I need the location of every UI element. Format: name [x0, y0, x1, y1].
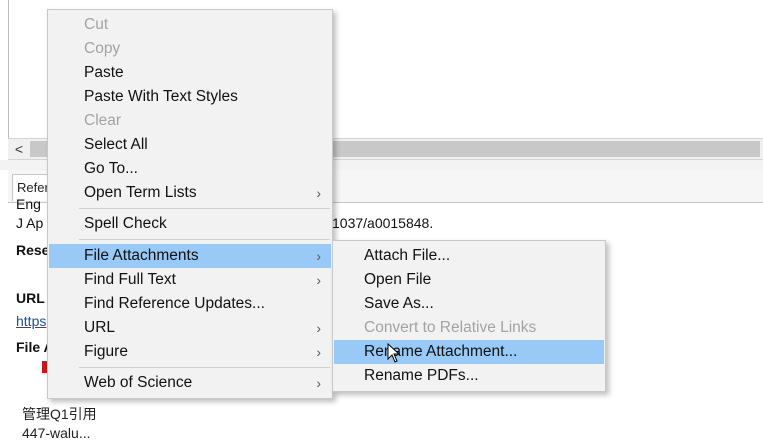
- research-label: Rese: [16, 242, 50, 258]
- menu-item-label: Go To...: [84, 160, 138, 177]
- menu-item-clear[interactable]: Clear: [49, 109, 331, 133]
- menu-item-file-attachments[interactable]: File Attachments ›: [49, 244, 331, 268]
- reference-line-top: Eng: [16, 196, 41, 212]
- menu-item-label: Find Full Text: [84, 271, 176, 288]
- reference-journal: J Ap: [16, 215, 44, 231]
- chevron-left-icon[interactable]: <: [12, 139, 26, 159]
- menu-item-copy[interactable]: Copy: [49, 37, 331, 61]
- menu-item-label: Select All: [84, 136, 148, 153]
- menu-item-label: Figure: [84, 343, 128, 360]
- menu-item-label: Save As...: [364, 295, 434, 312]
- submenu-arrow-icon: ›: [316, 272, 321, 288]
- menu-item-go-to[interactable]: Go To...: [49, 157, 331, 181]
- menu-separator: [79, 208, 330, 209]
- menu-item-url[interactable]: URL ›: [49, 316, 331, 340]
- menu-item-web-of-science[interactable]: Web of Science ›: [49, 371, 331, 395]
- url-label: URL: [16, 290, 45, 306]
- submenu-arrow-icon: ›: [316, 248, 321, 264]
- menu-item-label: Open Term Lists: [84, 184, 197, 201]
- context-menu: Cut Copy Paste Paste With Text Styles Cl…: [47, 9, 333, 399]
- menu-item-open-term-lists[interactable]: Open Term Lists ›: [49, 181, 331, 205]
- menu-item-cut[interactable]: Cut: [49, 13, 331, 37]
- submenu-arrow-icon: ›: [316, 375, 321, 391]
- file-attachments-submenu: Attach File... Open File Save As... Conv…: [332, 240, 606, 392]
- status-line-1: 管理Q1引用: [22, 406, 97, 422]
- submenu-item-open-file[interactable]: Open File: [334, 268, 604, 292]
- menu-item-label: File Attachments: [84, 247, 199, 264]
- submenu-item-save-as[interactable]: Save As...: [334, 292, 604, 316]
- menu-item-label: Cut: [84, 16, 109, 33]
- submenu-arrow-icon: ›: [316, 320, 321, 336]
- menu-item-label: Clear: [84, 112, 122, 129]
- submenu-arrow-icon: ›: [316, 185, 321, 201]
- menu-item-label: Find Reference Updates...: [84, 295, 265, 312]
- menu-item-paste[interactable]: Paste: [49, 61, 331, 85]
- menu-item-spell-check[interactable]: Spell Check: [49, 212, 331, 236]
- menu-item-find-full-text[interactable]: Find Full Text ›: [49, 268, 331, 292]
- reference-doi-tail: 1037/a0015848.: [332, 215, 434, 231]
- menu-item-label: Copy: [84, 40, 121, 57]
- menu-item-label: URL: [84, 319, 116, 336]
- menu-item-label: Spell Check: [84, 215, 167, 232]
- submenu-item-rename-attachment[interactable]: Rename Attachment...: [334, 340, 604, 364]
- menu-item-label: Web of Science: [84, 374, 193, 391]
- menu-item-select-all[interactable]: Select All: [49, 133, 331, 157]
- menu-item-paste-with-text-styles[interactable]: Paste With Text Styles: [49, 85, 331, 109]
- menu-item-label: Paste: [84, 64, 124, 81]
- menu-item-label: Attach File...: [364, 247, 451, 264]
- menu-item-find-reference-updates[interactable]: Find Reference Updates...: [49, 292, 331, 316]
- menu-separator: [79, 367, 330, 368]
- menu-item-label: Open File: [364, 271, 432, 288]
- status-line-2: 447-walu...: [22, 425, 91, 441]
- menu-item-label: Paste With Text Styles: [84, 88, 238, 105]
- url-link[interactable]: https: [16, 313, 46, 329]
- submenu-item-convert-relative-links[interactable]: Convert to Relative Links: [334, 316, 604, 340]
- menu-item-figure[interactable]: Figure ›: [49, 340, 331, 364]
- mouse-pointer-icon: [387, 343, 401, 363]
- submenu-item-rename-pdfs[interactable]: Rename PDFs...: [334, 364, 604, 388]
- menu-item-label: Convert to Relative Links: [364, 319, 537, 336]
- menu-separator: [79, 239, 330, 240]
- menu-item-label: Rename PDFs...: [364, 367, 479, 384]
- pane-divider: [8, 0, 9, 138]
- submenu-item-attach-file[interactable]: Attach File...: [334, 244, 604, 268]
- submenu-arrow-icon: ›: [316, 344, 321, 360]
